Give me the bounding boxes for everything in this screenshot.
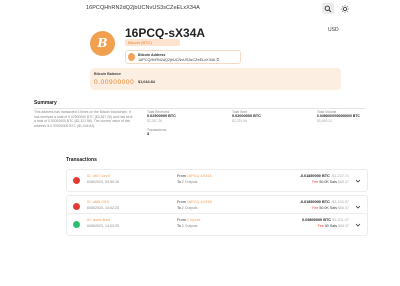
chevron-down-icon[interactable] [355,178,361,184]
balance-fiat: $1,044.84 [138,80,155,84]
stat-total-volume: Total Volume 0.04900000000000000 BTC $5,… [317,110,360,123]
transaction-row[interactable]: ID: df07-6ec9 6/06/2023, 03:50:18 From 1… [66,169,368,192]
sun-icon [341,4,349,13]
top-bar: 16PCQHhRN2dQ2jbUCNvUS3sCZeELxX34A [0,0,400,20]
transaction-fee: Fee 50.0K Sats $58.37 [312,206,349,210]
transaction-row[interactable]: ID: aae6-fbbd 6/06/2023, 14:02:20 From 2… [66,213,368,236]
chevron-down-icon[interactable] [355,222,361,228]
search-button[interactable] [322,3,334,14]
stat-total-sent: Total Sent 0.02000000 BTC $2,321.96 [232,110,261,123]
balance-value: 0.00900000 [94,79,135,86]
stat-transactions: Transactions 3 [147,128,166,137]
stat-fiat: $2,321.96 [232,118,248,123]
transaction-to: To 2 Outputs [177,206,197,210]
transaction-id[interactable]: ID: df07-6ec9 [87,174,110,178]
currency-selector[interactable]: USD [328,27,339,33]
fee-sats: 50.0K Sats [319,179,337,184]
address-label: Bitcoin Address [138,52,166,57]
from-address[interactable]: 16PCQ-sX34A [187,174,212,178]
to-prefix: To [177,223,181,228]
outgoing-icon [73,203,80,210]
search-input[interactable]: 16PCQHhRN2dQ2jbUCNvUS3sCZeELxX34A [86,5,200,11]
address-card: Bitcoin Address 16PCQHhRN2dQ2jbUCNvUS3sC… [125,50,241,64]
outgoing-icon [73,177,80,184]
amount-btc: -0.01850000 BTC [299,199,330,204]
balance-label: Bitcoin Balance [94,72,121,76]
from-prefix: From [177,199,186,204]
stat-label: Transactions [147,128,167,132]
to-prefix: To [177,179,181,184]
to-outputs: 2 Outputs [181,223,198,228]
coin-badge: Bitcoin (BTC) [125,39,180,46]
search-icon [324,5,332,12]
from-prefix: From [177,173,186,178]
fee-label: Fee [317,223,324,228]
fee-fiat: $58.37 [338,179,349,184]
to-outputs: 2 Outputs [181,205,198,210]
fee-fiat: $58.37 [338,205,349,210]
stat-fiat: $5,689.22 [317,118,333,123]
address-value: 16PCQHhRN2dQ2jbUCNvUS3sCZeELxX34A ⧉ [138,58,219,62]
copy-icon[interactable]: ⧉ [216,58,219,62]
transaction-from: From 16PCQ-sX34A [177,200,212,204]
transaction-fee: Fee 50 Sats $58.37 [318,224,349,228]
amount-fiat: -$3,333.57 [330,199,349,204]
transaction-date: 6/06/2023, 14:02:20 [87,205,119,210]
transaction-date: 6/06/2023, 14:02:20 [87,223,119,228]
fee-label: Fee [312,179,319,184]
from-address[interactable]: 16PCQ-sX34A [187,200,212,204]
transaction-amount: -0.01850000 BTC -$3,333.57 [300,200,349,204]
transaction-amount: -0.01850000 BTC -$1,222.71 [300,174,349,178]
amount-fiat: -$1,222.71 [330,173,349,178]
transaction-to: To 2 Outputs [177,180,197,184]
amount-btc: -0.01850000 BTC [299,173,330,178]
balance-card: Bitcoin Balance 0.00900000 $1,044.84 [90,68,341,90]
stat-fiat: $3,367.26 [147,118,163,123]
amount-btc: 0.05800000 BTC [302,217,332,222]
summary-description: This address has transacted 3 times on t… [34,110,133,128]
from-prefix: From [177,217,186,222]
transaction-fee: Fee 50.0K Sats $58.37 [312,180,349,184]
chevron-down-icon[interactable] [355,204,361,210]
transaction-id[interactable]: ID: af66-0f15 [87,200,109,204]
fee-sats: 50.0K Sats [319,205,337,210]
incoming-icon [73,221,80,228]
amount-fiat: $3,301.07 [332,217,349,222]
bitcoin-icon [128,53,135,61]
to-prefix: To [177,205,181,210]
transaction-to: To 2 Outputs [177,224,197,228]
transaction-amount: 0.05800000 BTC $3,301.07 [302,218,349,222]
fee-sats: 50 Sats [324,223,337,228]
fee-label: Fee [312,205,319,210]
from-inputs[interactable]: 2 Inputs [187,218,201,222]
transaction-id[interactable]: ID: aae6-fbbd [87,218,110,222]
wallet-name: 16PCQ-sX34A [125,26,206,40]
bitcoin-avatar-icon: B [90,31,115,56]
transaction-from: From 16PCQ-sX34A [177,174,212,178]
transaction-from: From 2 Inputs [177,218,200,222]
stat-value: 3 [147,132,150,137]
address-text: 16PCQHhRN2dQ2jbUCNvUS3sCZeELxX34A [138,57,216,62]
stat-total-received: Total Received 0.02900000 BTC $3,367.26 [147,110,176,123]
transaction-date: 6/06/2023, 03:50:18 [87,179,119,184]
summary-title: Summary [34,100,57,106]
fee-fiat: $58.37 [338,223,349,228]
divider [34,107,366,109]
theme-toggle-button[interactable] [339,3,351,14]
transactions-title: Transactions [66,157,97,163]
to-outputs: 2 Outputs [181,179,198,184]
